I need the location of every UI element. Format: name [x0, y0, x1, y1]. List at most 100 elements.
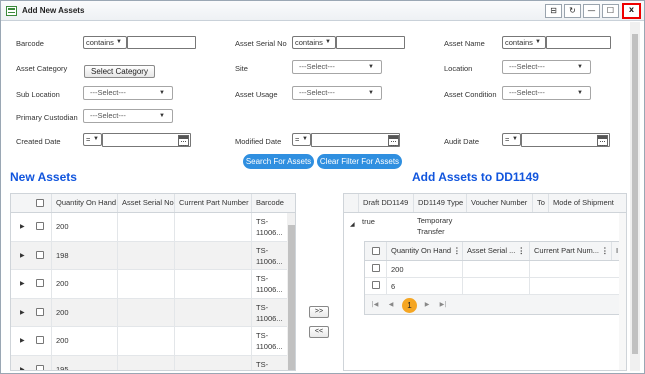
- asset-serial-input[interactable]: [336, 36, 405, 49]
- column-menu-icon[interactable]: ⋮: [453, 246, 461, 255]
- modified-date-operator-select[interactable]: = ▼: [292, 133, 311, 146]
- created-date-operator-select[interactable]: = ▼: [83, 133, 102, 146]
- detail-row[interactable]: 200: [365, 261, 626, 278]
- first-page-icon[interactable]: |◀: [369, 299, 381, 311]
- table-row[interactable]: ▶ 200 TS- 11006...: [11, 270, 287, 299]
- expand-row-icon[interactable]: ▶: [20, 252, 25, 259]
- qty-cell: 195: [51, 355, 117, 370]
- col-mode-of-shipment[interactable]: Mode of Shipment: [548, 194, 620, 212]
- calendar-icon[interactable]: [178, 135, 189, 146]
- col-barcode[interactable]: Barcode: [251, 194, 286, 212]
- location-value: ---Select---: [509, 62, 545, 71]
- detail-part: [529, 278, 611, 295]
- asset-condition-dropdown[interactable]: ---Select--- ▼: [502, 86, 591, 100]
- remove-from-dd1149-button[interactable]: <<: [309, 326, 329, 338]
- expand-row-icon[interactable]: ▶: [20, 280, 25, 287]
- main-scrollbar[interactable]: [630, 22, 640, 371]
- col-detail-quantity[interactable]: Quantity On Hand ⋮: [386, 242, 462, 260]
- pin-icon[interactable]: ⊟: [545, 4, 562, 18]
- barcode-input[interactable]: [127, 36, 196, 49]
- modified-date-label: Modified Date: [235, 137, 282, 146]
- table-row[interactable]: ▶ 200 TS- 11006...: [11, 327, 287, 356]
- row-checkbox[interactable]: [36, 307, 44, 316]
- table-row[interactable]: ▶ 198 TS- 11006...: [11, 241, 287, 270]
- row-checkbox[interactable]: [372, 281, 380, 289]
- sub-location-value: ---Select---: [90, 88, 126, 97]
- new-assets-scrollbar[interactable]: [287, 213, 295, 370]
- col-draft-dd1149[interactable]: Draft DD1149: [358, 194, 413, 212]
- col-detail-serial[interactable]: Asset Serial ... ⋮: [462, 242, 529, 260]
- part-number-cell: [174, 213, 251, 242]
- chevron-down-icon: ▼: [302, 136, 308, 142]
- row-checkbox[interactable]: [36, 336, 44, 345]
- add-new-assets-dialog: Add New Assets ⊟ ↻ — ☐ x Barcode contain…: [0, 0, 645, 374]
- detail-select-all-checkbox[interactable]: [372, 247, 380, 255]
- asset-usage-dropdown[interactable]: ---Select--- ▼: [292, 86, 382, 100]
- current-page[interactable]: 1: [402, 298, 417, 313]
- select-all-checkbox[interactable]: [36, 199, 44, 207]
- detail-row[interactable]: 6: [365, 278, 626, 295]
- calendar-icon[interactable]: [597, 135, 608, 146]
- column-menu-icon[interactable]: ⋮: [601, 246, 609, 255]
- col-dd1149-type[interactable]: DD1149 Type: [413, 194, 466, 212]
- row-checkbox[interactable]: [36, 364, 44, 370]
- col-current-part-number[interactable]: Current Part Number: [174, 194, 251, 212]
- row-checkbox[interactable]: [36, 222, 44, 231]
- clear-filter-button[interactable]: Clear Filter For Assets: [317, 154, 402, 169]
- col-to[interactable]: To: [532, 194, 548, 212]
- chevron-down-icon: ▼: [368, 64, 374, 70]
- maximize-icon[interactable]: ☐: [602, 4, 619, 18]
- expand-row-icon[interactable]: ▶: [20, 223, 25, 230]
- refresh-icon[interactable]: ↻: [564, 4, 581, 18]
- location-dropdown[interactable]: ---Select--- ▼: [502, 60, 591, 74]
- prev-page-icon[interactable]: ◀: [385, 299, 397, 311]
- expand-row-icon[interactable]: ▶: [20, 366, 25, 370]
- asset-usage-label: Asset Usage: [235, 90, 278, 99]
- minimize-icon[interactable]: —: [583, 4, 600, 18]
- next-page-icon[interactable]: ▶: [421, 299, 433, 311]
- col-detail-part[interactable]: Current Part Num... ⋮: [529, 242, 611, 260]
- search-assets-button[interactable]: Search For Assets: [243, 154, 314, 169]
- close-icon[interactable]: x: [622, 3, 641, 19]
- barcode-cell: TS-: [251, 355, 287, 370]
- chevron-down-icon: ▼: [159, 90, 165, 96]
- col-voucher-number[interactable]: Voucher Number: [466, 194, 532, 212]
- primary-custodian-label: Primary Custodian: [16, 113, 78, 122]
- col-asset-serial-no[interactable]: Asset Serial No: [117, 194, 174, 212]
- collapse-icon[interactable]: ◢: [350, 221, 355, 228]
- asset-condition-label: Asset Condition: [444, 90, 497, 99]
- row-checkbox[interactable]: [372, 264, 380, 272]
- expand-row-icon[interactable]: ▶: [20, 309, 25, 316]
- primary-custodian-value: ---Select---: [90, 111, 126, 120]
- new-assets-scrollbar-thumb[interactable]: [288, 225, 295, 370]
- main-scrollbar-thumb[interactable]: [632, 34, 638, 354]
- table-row[interactable]: ▶ 200 TS- 11006...: [11, 213, 287, 242]
- dd1149-scrollbar[interactable]: [619, 213, 626, 370]
- row-checkbox[interactable]: [36, 279, 44, 288]
- barcode-line-2: 11006...: [256, 228, 283, 237]
- dialog-title: Add New Assets: [22, 6, 85, 15]
- site-dropdown[interactable]: ---Select--- ▼: [292, 60, 382, 74]
- table-row[interactable]: ▶ 195 TS-: [11, 355, 287, 370]
- chevron-down-icon: ▼: [577, 64, 583, 70]
- dd1149-row[interactable]: ◢ true Temporary Transfer: [344, 213, 619, 239]
- last-page-icon[interactable]: ▶|: [437, 299, 449, 311]
- modified-date-input[interactable]: [311, 133, 400, 147]
- detail-qty: 200: [386, 261, 462, 278]
- sub-location-dropdown[interactable]: ---Select--- ▼: [83, 86, 173, 100]
- asset-serial-operator-select[interactable]: contains ▼: [292, 36, 336, 49]
- add-to-dd1149-button[interactable]: >>: [309, 306, 329, 318]
- chevron-down-icon: ▼: [512, 136, 518, 142]
- column-menu-icon[interactable]: ⋮: [517, 246, 525, 255]
- select-category-button[interactable]: Select Category: [84, 65, 155, 78]
- primary-custodian-dropdown[interactable]: ---Select--- ▼: [83, 109, 173, 123]
- table-row[interactable]: ▶ 200 TS- 11006...: [11, 298, 287, 327]
- calendar-icon[interactable]: [388, 135, 399, 146]
- asset-name-input[interactable]: [546, 36, 611, 49]
- barcode-operator-select[interactable]: contains ▼: [83, 36, 127, 49]
- audit-date-operator-select[interactable]: = ▼: [502, 133, 521, 146]
- asset-name-operator-select[interactable]: contains ▼: [502, 36, 546, 49]
- row-checkbox[interactable]: [36, 250, 44, 259]
- col-quantity-on-hand[interactable]: Quantity On Hand: [51, 194, 117, 212]
- expand-row-icon[interactable]: ▶: [20, 337, 25, 344]
